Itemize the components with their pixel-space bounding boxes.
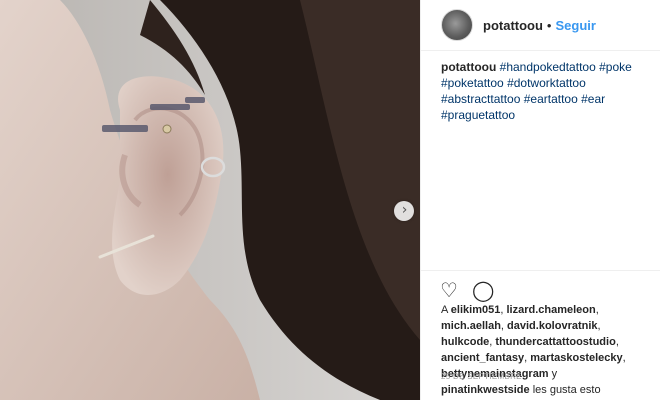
hashtag-link[interactable]: #poketattoo (441, 76, 504, 90)
username-link[interactable]: potattoou (483, 18, 543, 33)
hashtag-link[interactable]: #handpokedtattoo (500, 60, 596, 74)
heart-icon[interactable]: ♡ (440, 280, 458, 300)
liker-link[interactable]: pinatinkwestside (441, 384, 530, 396)
likes-prefix: A (441, 304, 448, 316)
post-date[interactable]: 25 DE SEPTIEMBRE (441, 372, 522, 381)
post-photo: › (0, 0, 420, 400)
chevron-right-icon: › (401, 202, 408, 218)
ear-photo-image (0, 0, 420, 400)
follow-button[interactable]: Seguir (555, 18, 595, 33)
liker-link[interactable]: hulkcode (441, 336, 489, 348)
liker-link[interactable]: ancient_fantasy (441, 352, 524, 364)
hashtag-link[interactable]: #ear (581, 92, 605, 106)
divider (421, 270, 660, 271)
liker-link[interactable]: david.kolovratnik (507, 320, 597, 332)
liker-link[interactable]: thundercattattoostudio (495, 336, 615, 348)
liker-link[interactable]: martaskostelecky (530, 352, 622, 364)
avatar[interactable] (441, 9, 473, 41)
next-photo-button[interactable]: › (394, 201, 414, 221)
hashtag-link[interactable]: #eartattoo (524, 92, 578, 106)
liker-link[interactable]: mich.aellah (441, 320, 501, 332)
hashtag-link[interactable]: #praguetattoo (441, 108, 515, 122)
separator-dot: • (546, 17, 552, 33)
hashtag-link[interactable]: #dotworktattoo (507, 76, 586, 90)
liker-link[interactable]: lizard.chameleon (506, 304, 595, 316)
post-header: potattoou • Seguir (421, 0, 660, 51)
post-details-panel: potattoou • Seguir potattoou #handpokedt… (420, 0, 660, 400)
hashtag-link[interactable]: #abstracttattoo (441, 92, 520, 106)
comment-icon[interactable]: ◯ (472, 280, 494, 300)
liker-link[interactable]: elikim051 (451, 304, 501, 316)
likes-summary: A elikim051, lizard.chameleon, mich.aell… (441, 304, 626, 396)
hashtag-link[interactable]: #poke (599, 60, 632, 74)
caption-username[interactable]: potattoou (441, 60, 496, 74)
likes-and: y (551, 368, 558, 380)
post-caption: potattoou #handpokedtattoo #poke #poketa… (421, 51, 660, 123)
likes-suffix: les gusta esto (532, 384, 601, 396)
post-actions: ♡ ◯ (440, 280, 494, 300)
